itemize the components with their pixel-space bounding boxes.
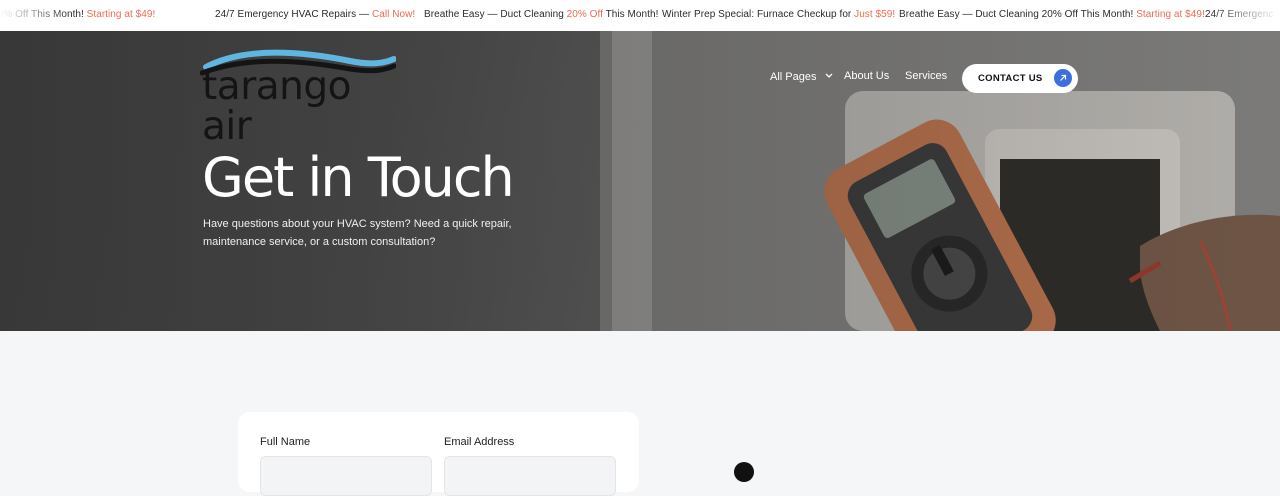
full-name-label: Full Name <box>260 436 311 448</box>
contact-us-label: CONTACT US <box>978 73 1043 84</box>
ticker-item: 24/7 Emergency HVAC Repairs — Call Now! <box>215 9 416 20</box>
page-title: Get in Touch <box>202 146 515 209</box>
contact-form-card: Full Name Email Address <box>238 412 639 496</box>
email-address-input[interactable] <box>444 456 616 496</box>
site-logo[interactable]: tarango air <box>200 47 396 147</box>
chevron-down-icon <box>825 70 833 82</box>
full-name-input[interactable] <box>260 456 432 496</box>
promo-ticker: Get 20% Off This Month! Starting at $49!… <box>0 0 1280 32</box>
ticker-item: Winter Prep Special: Furnace Checkup for… <box>662 9 896 20</box>
ticker-item: Get 20% Off This Month! Starting at $49! <box>0 9 156 20</box>
ticker-item: 24/7 Emergenc <box>1205 9 1274 20</box>
arrow-up-right-icon <box>1054 69 1072 87</box>
nav-item-about-us[interactable]: About Us <box>844 70 889 82</box>
contact-info-icon <box>734 462 754 482</box>
nav-item-all-pages[interactable]: All Pages <box>770 70 833 83</box>
ticker-item: Breathe Easy — Duct Cleaning 20% Off Thi… <box>424 9 659 20</box>
hero-overlay <box>0 31 1280 331</box>
nav-item-services[interactable]: Services <box>905 70 947 82</box>
contact-us-button[interactable]: CONTACT US <box>962 64 1078 93</box>
hero-subtitle: Have questions about your HVAC system? N… <box>203 218 512 248</box>
hero-section: tarango air All Pages About Us Services … <box>0 31 1280 331</box>
logo-text: tarango air <box>202 64 351 149</box>
nav-item-label: All Pages <box>770 71 817 83</box>
ticker-item: Breathe Easy — Duct Cleaning 20% Off Thi… <box>899 9 1205 20</box>
email-address-label: Email Address <box>444 436 515 448</box>
